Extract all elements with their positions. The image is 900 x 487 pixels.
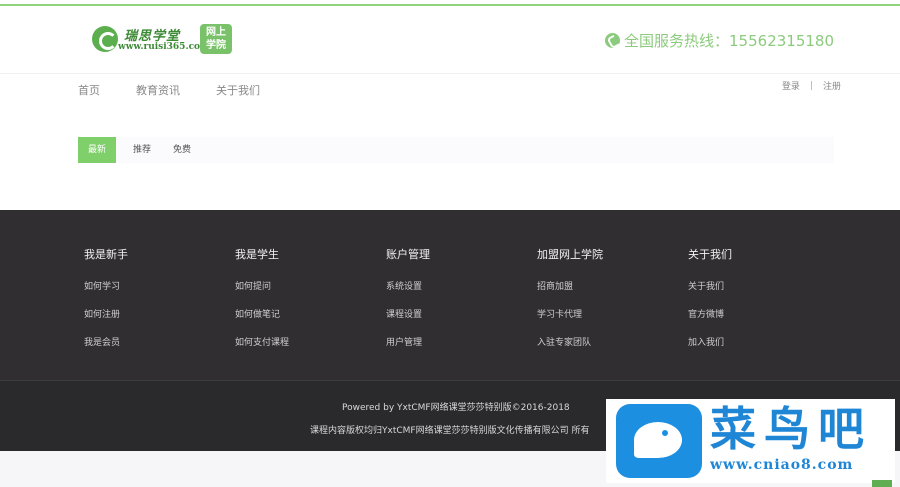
powered-by-text: Powered by YxtCMF网络课堂莎莎特别版©2016-2018 <box>342 403 570 413</box>
footer-column-franchise: 加盟网上学院 招商加盟 学习卡代理 入驻专家团队 <box>537 246 603 363</box>
footer-column-title: 我是学生 <box>235 248 279 261</box>
footer-link[interactable]: 我是会员 <box>84 335 128 348</box>
corner-tag <box>872 480 892 487</box>
footer-column-newbie: 我是新手 如何学习 如何注册 我是会员 <box>84 246 128 363</box>
footer-column-student: 我是学生 如何提问 如何做笔记 如何支付课程 <box>235 246 289 363</box>
nav-item-about[interactable]: 关于我们 <box>216 82 260 98</box>
footer-column-title: 关于我们 <box>688 248 732 261</box>
footer-column-about: 关于我们 关于我们 官方微博 加入我们 <box>688 246 732 363</box>
tab-latest[interactable]: 最新 <box>78 137 116 163</box>
footer-link[interactable]: 如何注册 <box>84 307 128 320</box>
logo-badge-line2: 学院 <box>206 40 226 51</box>
watermark-overlay: 菜鸟吧 www.cniao8.com <box>606 399 895 483</box>
footer-link[interactable]: 招商加盟 <box>537 279 603 292</box>
footer-link[interactable]: 关于我们 <box>688 279 732 292</box>
footer-link[interactable]: 学习卡代理 <box>537 307 603 320</box>
phone-icon <box>605 33 621 48</box>
footer-link[interactable]: 课程设置 <box>386 307 430 320</box>
footer-link[interactable]: 官方微博 <box>688 307 732 320</box>
login-link[interactable]: 登录 <box>782 79 800 92</box>
hotline-text: 全国服务热线：15562315180 <box>624 32 834 50</box>
footer-link[interactable]: 如何做笔记 <box>235 307 289 320</box>
footer-column-account: 账户管理 系统设置 课程设置 用户管理 <box>386 246 430 363</box>
course-tabs: 最新 推荐 免费 <box>78 137 834 163</box>
register-link[interactable]: 注册 <box>823 79 841 92</box>
footer-link[interactable]: 加入我们 <box>688 335 732 348</box>
watermark-url: www.cniao8.com <box>710 457 854 473</box>
logo-badge-line1: 网上 <box>206 27 226 38</box>
site-logo[interactable]: 瑞思学堂 www.ruisi365.com 网上 学院 <box>92 24 234 64</box>
header-divider <box>0 73 900 74</box>
footer-column-title: 我是新手 <box>84 248 128 261</box>
nav-item-home[interactable]: 首页 <box>78 82 100 98</box>
footer-link[interactable]: 系统设置 <box>386 279 430 292</box>
tab-free[interactable]: 免费 <box>162 137 202 163</box>
service-hotline: 全国服务热线：15562315180 <box>605 30 834 51</box>
footer-link[interactable]: 如何提问 <box>235 279 289 292</box>
logo-url: www.ruisi365.com <box>118 42 210 52</box>
site-header: 瑞思学堂 www.ruisi365.com 网上 学院 全国服务热线：15562… <box>0 6 900 74</box>
footer-column-title: 加盟网上学院 <box>537 248 603 261</box>
auth-links: 登录 | 注册 <box>782 79 841 93</box>
footer-link[interactable]: 如何支付课程 <box>235 335 289 348</box>
tab-recommended[interactable]: 推荐 <box>122 137 162 163</box>
rights-text: 课程内容版权均归YxtCMF网络课堂莎莎特别版文化传播有限公司 所有 <box>310 426 590 436</box>
logo-leaf-icon <box>92 26 118 52</box>
logo-badge: 网上 学院 <box>200 24 232 54</box>
site-footer: 我是新手 如何学习 如何注册 我是会员 我是学生 如何提问 如何做笔记 如何支付… <box>0 210 900 380</box>
nav-item-news[interactable]: 教育资讯 <box>136 82 180 98</box>
watermark-title: 菜鸟吧 <box>710 402 872 456</box>
watermark-logo <box>616 404 702 478</box>
bird-icon <box>634 422 682 458</box>
footer-link[interactable]: 用户管理 <box>386 335 430 348</box>
footer-link[interactable]: 如何学习 <box>84 279 128 292</box>
footer-link[interactable]: 入驻专家团队 <box>537 335 603 348</box>
auth-separator: | <box>809 80 813 91</box>
main-nav: 首页 教育资讯 关于我们 <box>78 82 260 98</box>
footer-column-title: 账户管理 <box>386 248 430 261</box>
